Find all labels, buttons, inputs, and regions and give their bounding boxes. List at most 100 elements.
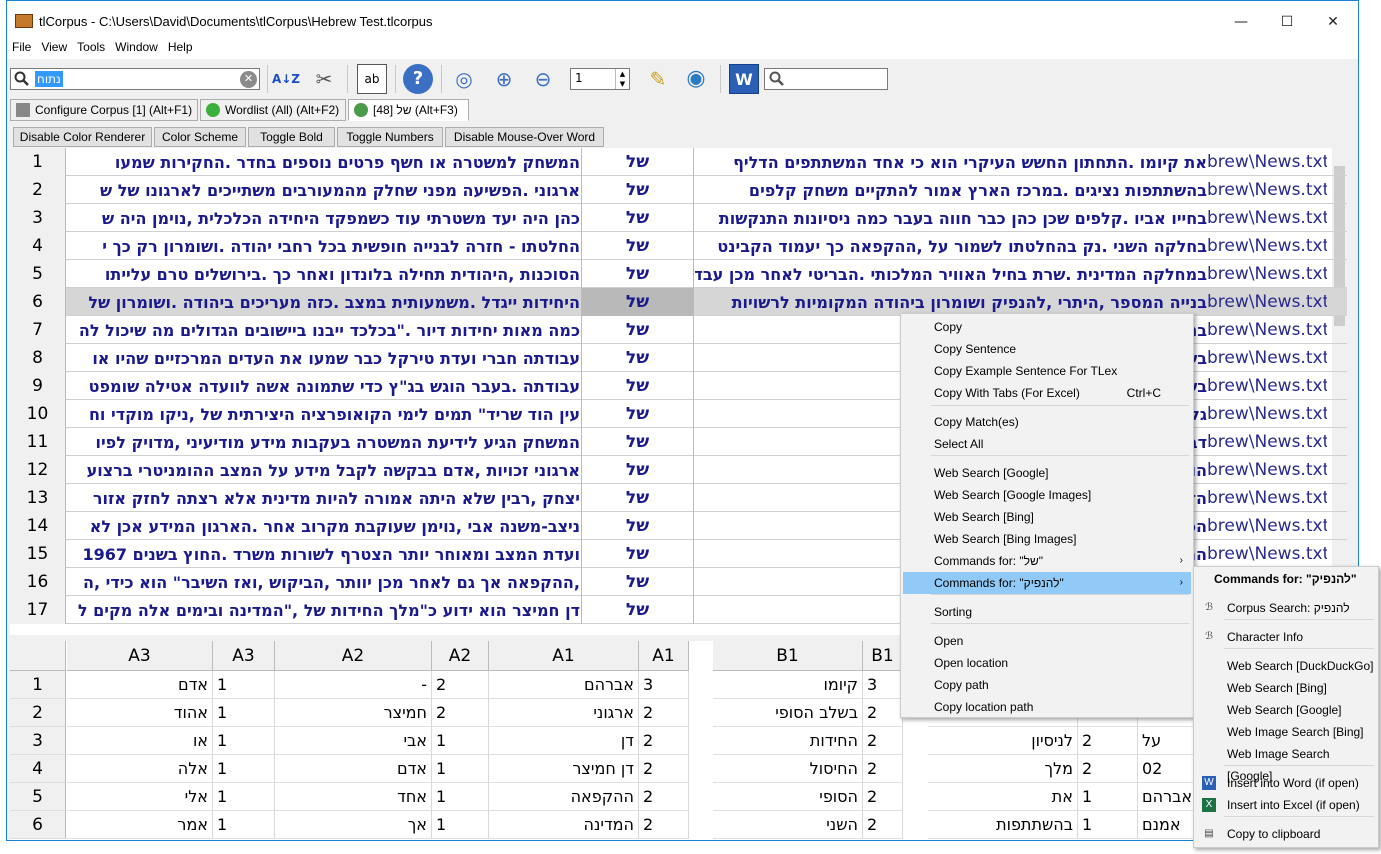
right-context[interactable]: בהשתתפות נציגים .במרכז הארץ אמור להתקיים… (695, 176, 1207, 204)
context-menu-item[interactable]: Commands for: "להנפיק" › (903, 572, 1191, 594)
source-file[interactable]: brew\News.txt (1207, 288, 1327, 316)
table-cell[interactable]: אדם (67, 671, 213, 699)
left-context[interactable]: עין הוד שריד" תמים לימי הקואופרציה היציר… (67, 400, 580, 428)
table-cell[interactable]: החידות (713, 727, 863, 755)
right-context[interactable]: בחלקה השני .נק בהחלטתו לשמור על ,ההקפאה … (695, 232, 1207, 260)
context-menu-item[interactable]: Open (903, 630, 1191, 652)
concordance-row[interactable]: 5 הסוכנות ,היהודית תחילה בלונדון ואחר כך … (10, 260, 1347, 288)
submenu-item[interactable]: W Insert into Word (if open) (1196, 772, 1378, 794)
table-cell[interactable]: אברהם (489, 671, 639, 699)
node-word[interactable]: של (581, 288, 694, 316)
sort-az-icon[interactable]: A↓Z (271, 64, 301, 94)
table-cell[interactable]: 1 (213, 699, 275, 727)
table-cell[interactable]: 3 (863, 671, 903, 699)
table-cell[interactable]: 1 (432, 811, 489, 839)
submenu-item[interactable]: ℬ Corpus Search: להנפיק (1196, 597, 1378, 619)
table-cell[interactable]: המדינה (489, 811, 639, 839)
table-cell[interactable]: 2 (639, 783, 689, 811)
source-file[interactable]: brew\News.txt (1207, 176, 1327, 204)
font-icon[interactable]: ab (357, 64, 387, 94)
node-word[interactable]: של (581, 260, 694, 288)
node-word[interactable]: של (581, 344, 694, 372)
menu-tools[interactable]: Tools (72, 37, 110, 54)
column-header[interactable]: A1 (489, 641, 639, 671)
node-word[interactable]: של (581, 484, 694, 512)
context-menu-item[interactable]: Open location (903, 652, 1191, 674)
table-cell[interactable]: 2 (863, 811, 903, 839)
node-word[interactable]: של (581, 456, 694, 484)
source-file[interactable]: brew\News.txt (1207, 456, 1327, 484)
table-cell[interactable]: בשלב הסופי (713, 699, 863, 727)
node-word[interactable]: של (581, 316, 694, 344)
table-cell[interactable]: השני (713, 811, 863, 839)
submenu-item[interactable]: ℬ Character Info (1196, 626, 1378, 648)
column-header[interactable]: A3 (213, 641, 275, 671)
source-file[interactable]: brew\News.txt (1207, 512, 1327, 540)
node-word[interactable]: של (581, 428, 694, 456)
source-file[interactable]: brew\News.txt (1207, 148, 1327, 176)
table-cell[interactable]: דן חמיצר (489, 755, 639, 783)
table-cell[interactable]: 2 (639, 811, 689, 839)
column-header[interactable]: A2 (432, 641, 489, 671)
concordance-row[interactable]: 3 כהן היה יעד משטרתי עוד כשמפקד היחידה הכ… (10, 204, 1347, 232)
column-header[interactable]: A3 (67, 641, 213, 671)
left-context[interactable]: ניצב-משנה אבי ,נוימן שעוקבת מקרוב אחר .ה… (67, 512, 580, 540)
concordance-row[interactable]: 2 ארגוני .הפשיעה מפני שחלק מהמעורבים משתי… (10, 176, 1347, 204)
font-size-stepper[interactable]: 1 ▲ ▼ (570, 68, 630, 90)
node-word[interactable]: של (581, 372, 694, 400)
context-menu-item[interactable]: Copy Match(es) (903, 411, 1191, 433)
column-header[interactable]: B1 (863, 641, 903, 671)
left-context[interactable]: הסוכנות ,היהודית תחילה בלונדון ואחר כך .… (67, 260, 580, 288)
submenu-item[interactable]: Web Image Search [Google] (1196, 743, 1378, 783)
node-word[interactable]: של (581, 204, 694, 232)
context-menu-item[interactable]: Copy (903, 316, 1191, 338)
search-input[interactable]: נתוח ✕ (10, 68, 260, 90)
table-cell[interactable]: לניסיון (928, 727, 1078, 755)
zoom-reset-icon[interactable]: ◎ (449, 64, 479, 94)
table-cell[interactable]: הסופי (713, 783, 863, 811)
table-cell[interactable]: ארגוני (489, 699, 639, 727)
left-context[interactable]: המשחק למשטרה או חשף פרטים נוספים בחדר .ה… (67, 148, 580, 176)
node-word[interactable]: של (581, 148, 694, 176)
table-cell[interactable]: 1 (432, 755, 489, 783)
right-context[interactable]: בנייה המספר ,היתרי ,להנפיק ושומרון ביהוד… (695, 288, 1207, 316)
table-cell[interactable]: 1 (432, 783, 489, 811)
help-icon[interactable]: ? (403, 64, 433, 94)
table-cell[interactable]: אדם (275, 755, 432, 783)
table-cell[interactable]: קיומו (713, 671, 863, 699)
tab-configure-corpus[interactable]: Configure Corpus [1] (Alt+F1) (10, 99, 198, 121)
left-context[interactable]: עבודתה .בעבר הוגש בג"ץ כדי שתמונה אשה לו… (67, 372, 580, 400)
table-cell[interactable]: או (67, 727, 213, 755)
zoom-in-icon[interactable]: ⊕ (489, 64, 519, 94)
column-header[interactable]: A1 (639, 641, 689, 671)
table-cell[interactable]: 1 (213, 811, 275, 839)
table-cell[interactable]: אלה (67, 755, 213, 783)
table-cell[interactable]: מלך (928, 755, 1078, 783)
context-menu-item[interactable]: Commands for: "של" › (903, 550, 1191, 572)
source-file[interactable]: brew\News.txt (1207, 204, 1327, 232)
minimize-button[interactable]: — (1218, 9, 1264, 37)
menu-window[interactable]: Window (110, 37, 163, 54)
table-cell[interactable]: אחד (275, 783, 432, 811)
left-context[interactable]: המשחק הגיע לידיעת המשטרה בעקבות מידע מוד… (67, 428, 580, 456)
disable-mouse-over-word-button[interactable]: Disable Mouse-Over Word (445, 127, 604, 147)
menu-file[interactable]: File (7, 37, 36, 54)
globe-icon[interactable]: ◉ (681, 64, 711, 94)
context-menu-item[interactable]: Select All (903, 433, 1191, 455)
source-file[interactable]: brew\News.txt (1207, 260, 1327, 288)
right-context[interactable]: בחייו אביו .קלפים שכן כהן כבר חווה בעבר … (695, 204, 1207, 232)
table-cell[interactable]: 1 (1078, 811, 1138, 839)
node-word[interactable]: של (581, 568, 694, 596)
table-cell[interactable]: 2 (639, 727, 689, 755)
left-context[interactable]: היחידות ייגדל .משמעותית במצב .כזה מעריכי… (67, 288, 580, 316)
left-context[interactable]: כהן היה יעד משטרתי עוד כשמפקד היחידה הכל… (67, 204, 580, 232)
table-cell[interactable]: 2 (863, 783, 903, 811)
table-cell[interactable]: 2 (1078, 727, 1138, 755)
submenu-item[interactable]: Web Image Search [Bing] (1196, 721, 1378, 743)
close-button[interactable]: ✕ (1310, 9, 1356, 37)
node-word[interactable]: של (581, 176, 694, 204)
column-header[interactable]: A2 (275, 641, 432, 671)
left-context[interactable]: ועדת המצב ומאוחר יותר הצטרף לשורות משרד … (67, 540, 581, 568)
table-cell[interactable]: 1 (432, 727, 489, 755)
table-cell[interactable]: ההקפאה (489, 783, 639, 811)
